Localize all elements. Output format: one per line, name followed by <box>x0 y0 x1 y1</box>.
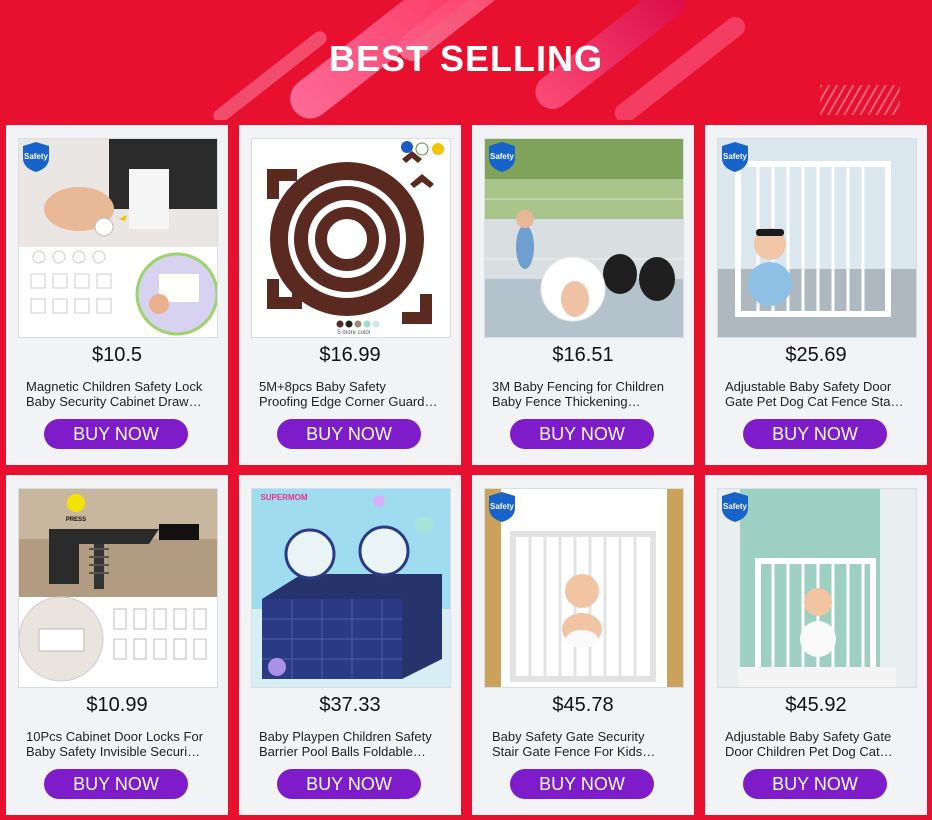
buy-now-button[interactable]: BUY NOW <box>277 419 421 449</box>
product-title[interactable]: 10Pcs Cabinet Door Locks For Baby Safety… <box>26 729 212 759</box>
product-card[interactable]: Safety $45.92 Adjustable Baby Safety Gat… <box>705 475 927 815</box>
product-price: $25.69 <box>785 344 847 366</box>
product-image[interactable]: SUPERMOM <box>251 488 451 688</box>
buy-now-button[interactable]: BUY NOW <box>277 769 421 799</box>
svg-text:Safety: Safety <box>490 152 515 161</box>
svg-text:5 more color: 5 more color <box>337 330 370 336</box>
safety-badge-icon: Safety <box>722 492 748 522</box>
svg-text:Safety: Safety <box>490 502 515 511</box>
buy-now-button[interactable]: BUY NOW <box>743 769 887 799</box>
product-price: $16.51 <box>552 344 614 366</box>
product-image[interactable]: Safety <box>717 488 917 688</box>
product-image[interactable]: PRESS <box>18 488 218 688</box>
svg-text:PRESS: PRESS <box>66 517 86 523</box>
product-card[interactable]: Safety $16.51 3M Baby Fencing for Childr… <box>472 125 694 465</box>
safety-badge-icon: Safety <box>489 492 515 522</box>
product-card[interactable]: PRESS $10.99 10Pcs Cabinet Door Locks Fo… <box>6 475 228 815</box>
buy-now-button[interactable]: BUY NOW <box>510 769 654 799</box>
safety-badge-icon: Safety <box>722 142 748 172</box>
product-title[interactable]: Baby Playpen Children Safety Barrier Poo… <box>259 729 445 759</box>
svg-text:Safety: Safety <box>723 152 748 161</box>
product-card[interactable]: Safety $10.5 Magnetic Children Safety Lo… <box>6 125 228 465</box>
buy-now-button[interactable]: BUY NOW <box>510 419 654 449</box>
product-title[interactable]: Magnetic Children Safety Lock Baby Secur… <box>26 379 212 409</box>
buy-now-button[interactable]: BUY NOW <box>44 769 188 799</box>
product-image[interactable]: 5 more color <box>251 138 451 338</box>
product-card[interactable]: SUPERMOM $37.33 Baby Playpen Children Sa… <box>239 475 461 815</box>
product-image[interactable]: Safety <box>484 488 684 688</box>
product-grid: Safety $10.5 Magnetic Children Safety Lo… <box>0 0 932 820</box>
product-image[interactable]: Safety <box>18 138 218 338</box>
product-price: $16.99 <box>319 344 381 366</box>
safety-badge-icon: Safety <box>489 142 515 172</box>
product-card[interactable]: Safety $45.78 Baby Safety Gate Security … <box>472 475 694 815</box>
product-price: $10.5 <box>91 344 143 366</box>
safety-badge-icon: Safety <box>23 142 49 172</box>
buy-now-button[interactable]: BUY NOW <box>743 419 887 449</box>
product-title[interactable]: Adjustable Baby Safety Gate Door Childre… <box>725 729 911 759</box>
buy-now-button[interactable]: BUY NOW <box>44 419 188 449</box>
product-price: $37.33 <box>319 694 381 716</box>
svg-text:SUPERMOM: SUPERMOM <box>260 493 307 502</box>
product-title[interactable]: Adjustable Baby Safety Door Gate Pet Dog… <box>725 379 911 409</box>
product-image[interactable]: Safety <box>484 138 684 338</box>
product-card[interactable]: 5 more color $16.99 5M+8pcs Baby Safety … <box>239 125 461 465</box>
product-title[interactable]: 5M+8pcs Baby Safety Proofing Edge Corner… <box>259 379 445 409</box>
product-card[interactable]: Safety $25.69 Adjustable Baby Safety Doo… <box>705 125 927 465</box>
product-image[interactable]: Safety <box>717 138 917 338</box>
product-price: $10.99 <box>86 694 148 716</box>
svg-text:Safety: Safety <box>24 152 49 161</box>
svg-text:Safety: Safety <box>723 502 748 511</box>
product-title[interactable]: Baby Safety Gate Security Stair Gate Fen… <box>492 729 678 759</box>
product-price: $45.78 <box>552 694 614 716</box>
product-title[interactable]: 3M Baby Fencing for Children Baby Fence … <box>492 379 678 409</box>
product-price: $45.92 <box>785 694 847 716</box>
